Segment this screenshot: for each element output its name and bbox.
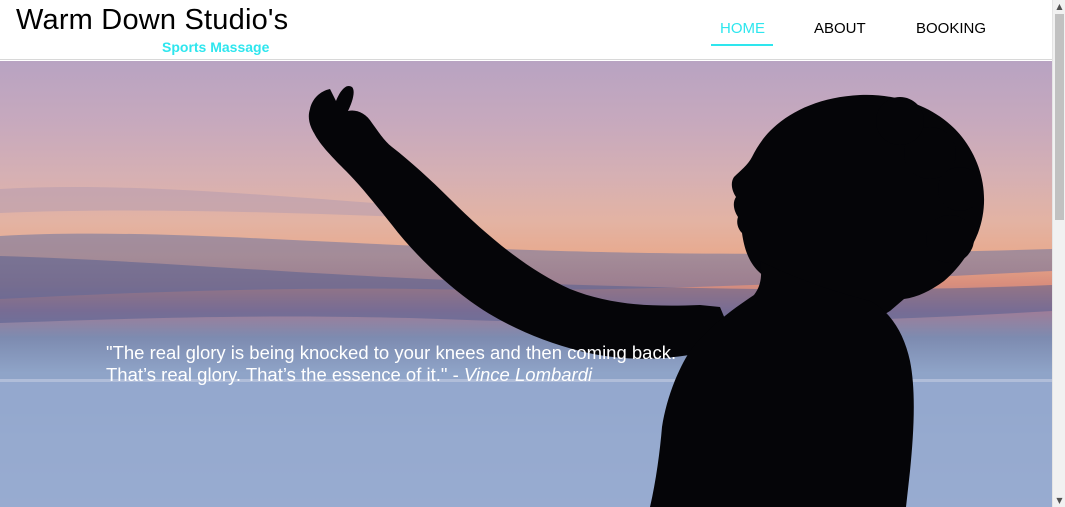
active-nav-underline: [711, 44, 773, 46]
triangle-down-icon[interactable]: ▼: [1053, 494, 1065, 507]
nav-booking-link[interactable]: BOOKING: [916, 20, 986, 37]
quote-line-1: "The real glory is being knocked to your…: [106, 342, 677, 363]
hero-banner: "The real glory is being knocked to your…: [0, 61, 1052, 507]
nav-home-link[interactable]: HOME: [720, 20, 765, 37]
vertical-scrollbar[interactable]: ▲ ▼: [1052, 0, 1065, 507]
site-subtitle: Sports Massage: [162, 39, 270, 55]
triangle-up-icon[interactable]: ▲: [1053, 0, 1065, 13]
scrollbar-thumb[interactable]: [1055, 14, 1064, 220]
hero-quote: "The real glory is being knocked to your…: [106, 342, 746, 386]
quote-line-2-text: That’s real glory. That’s the essence of…: [106, 364, 464, 385]
page: Warm Down Studio's Sports Massage HOME A…: [0, 0, 1052, 507]
hero-background-image: [0, 85, 1052, 507]
quote-line-2: That’s real glory. That’s the essence of…: [106, 364, 746, 386]
site-title[interactable]: Warm Down Studio's: [16, 4, 288, 37]
quote-author: Vince Lombardi: [463, 364, 593, 385]
site-header: Warm Down Studio's Sports Massage HOME A…: [0, 0, 1052, 60]
nav-about-link[interactable]: ABOUT: [814, 20, 866, 37]
